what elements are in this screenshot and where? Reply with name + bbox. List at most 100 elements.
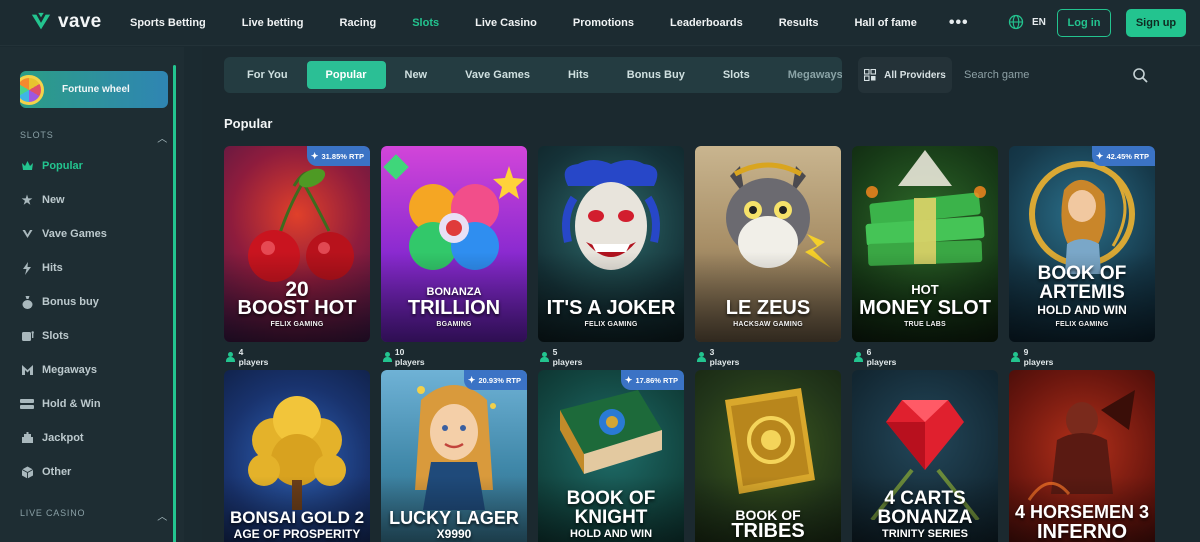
game-card-book-of-tribes[interactable]: BOOK OF TRIBES — [695, 370, 841, 542]
player-icon — [1011, 352, 1020, 362]
search-icon[interactable] — [1132, 67, 1148, 83]
nav-slots[interactable]: Slots — [394, 17, 457, 29]
game-title-line2: IT'S A JOKER — [546, 297, 676, 319]
fortune-wheel-banner[interactable]: Fortune wheel — [20, 71, 168, 108]
game-title-line2: MONEY SLOT — [859, 297, 991, 319]
brand-logo[interactable]: vave — [30, 11, 101, 33]
sidebar-item-jackpot[interactable]: Jackpot — [20, 431, 84, 445]
sidebar-item-label: Slots — [42, 330, 69, 342]
login-button[interactable]: Log in — [1057, 9, 1111, 37]
nav-live-casino[interactable]: Live Casino — [457, 17, 555, 29]
player-icon — [540, 352, 549, 362]
player-count-text: 4 players — [238, 347, 269, 367]
sidebar-item-hits[interactable]: Hits — [20, 261, 63, 275]
tab-new[interactable]: New — [386, 61, 447, 89]
sidebar-item-label: Megaways — [42, 364, 98, 376]
game-card-its-a-joker[interactable]: IT'S A JOKER FELIX GAMING — [538, 146, 684, 342]
chevron-up-icon: ︿ — [157, 134, 168, 145]
category-tabs: For You Popular New Vave Games Hits Bonu… — [224, 57, 842, 93]
player-icon — [854, 352, 863, 362]
game-card-le-zeus[interactable]: LE ZEUS HACKSAW GAMING — [695, 146, 841, 342]
game-card-4-carts-bonanza[interactable]: 4 CARTS BONANZA TRINITY SERIES — [852, 370, 998, 542]
game-title-line2: INFERNO — [1037, 521, 1127, 542]
cube-icon — [20, 465, 34, 479]
nav-hall-of-fame[interactable]: Hall of fame — [836, 17, 934, 29]
lightning-icon — [20, 261, 34, 275]
sidebar-item-slots[interactable]: Slots — [20, 329, 69, 343]
game-card-lucky-lager[interactable]: ✦ 20.93% RTP LUCKY LAGER X9990 — [381, 370, 527, 542]
game-title-line2: BONANZA — [877, 507, 973, 528]
game-title-line2: ARTEMIS — [1039, 282, 1125, 303]
star-icon: ★ — [21, 193, 33, 207]
nav-sports-betting[interactable]: Sports Betting — [112, 17, 224, 29]
all-providers-button[interactable]: All Providers — [858, 57, 952, 93]
rtp-value: 31.85% RTP — [321, 151, 364, 161]
game-provider: FELIX GAMING — [270, 321, 324, 328]
tab-vave-games[interactable]: Vave Games — [446, 61, 549, 89]
slots-heading: SLOTS — [20, 130, 54, 140]
game-card-book-of-artemis[interactable]: ✦ 42.45% RTP BOOK OF ARTEMIS HOLD AND WIN… — [1009, 146, 1155, 342]
search-input[interactable] — [958, 69, 1118, 81]
nav-leaderboards[interactable]: Leaderboards — [652, 17, 761, 29]
game-card-bonsai-gold-2[interactable]: BONSAI GOLD 2 AGE OF PROSPERITY — [224, 370, 370, 542]
game-card-hot-money-slot[interactable]: HOT MONEY SLOT TRUE LABS — [852, 146, 998, 342]
sidebar-item-hold-win[interactable]: Hold & Win — [20, 397, 101, 411]
player-icon — [226, 352, 235, 362]
sparkle-icon: ✦ — [1095, 150, 1104, 161]
game-title-line2: LE ZEUS — [725, 297, 811, 319]
sidebar-item-label: Hold & Win — [42, 398, 101, 410]
game-card-4-horsemen-3-inferno[interactable]: 4 HORSEMEN 3 INFERNO — [1009, 370, 1155, 542]
nav-live-betting[interactable]: Live betting — [224, 17, 322, 29]
game-provider: HACKSAW GAMING — [733, 321, 803, 328]
sidebar-item-other[interactable]: Other — [20, 465, 71, 479]
grid-icon — [864, 69, 877, 81]
fortune-wheel-label: Fortune wheel — [62, 84, 130, 95]
tab-hits[interactable]: Hits — [549, 61, 608, 89]
sidebar-scrollbar[interactable] — [173, 65, 176, 542]
nav-racing[interactable]: Racing — [322, 17, 395, 29]
sidebar-item-megaways[interactable]: Megaways — [20, 363, 97, 377]
rtp-badge: ✦ 17.86% RTP — [620, 370, 684, 390]
player-count: 10 players — [383, 347, 427, 367]
vave-logo-icon — [31, 12, 51, 30]
sidebar-item-label: Jackpot — [42, 432, 84, 444]
sidebar-item-label: New — [42, 194, 65, 206]
game-title-line2: X9990 — [436, 527, 472, 541]
game-title-line1: LUCKY LAGER — [389, 508, 519, 528]
tab-for-you[interactable]: For You — [228, 61, 307, 89]
player-count-text: 9 players — [1023, 347, 1054, 367]
tab-popular[interactable]: Popular — [306, 61, 386, 89]
player-count-text: 10 players — [394, 347, 425, 367]
player-count-text: 3 players — [709, 347, 740, 367]
player-count: 3 players — [697, 347, 741, 367]
sparkle-icon: ✦ — [467, 374, 476, 385]
tab-slots[interactable]: Slots — [704, 61, 769, 89]
game-card-20-boost-hot[interactable]: ✦ 31.85% RTP 20 BOOST HOT FELIX GAMING — [224, 146, 370, 342]
rtp-badge: ✦ 20.93% RTP — [463, 370, 527, 390]
player-count-text: 5 players — [552, 347, 583, 367]
player-icon — [697, 352, 706, 362]
sidebar-item-label: Popular — [42, 160, 83, 172]
game-title-line2: AGE OF PROSPERITY — [233, 527, 361, 541]
language-code: EN — [1032, 16, 1046, 28]
game-title-line3: HOLD AND WIN — [569, 528, 653, 540]
sidebar: Fortune wheel SLOTS ︿ Popular ★ New Vave… — [0, 47, 184, 542]
tab-megaways[interactable]: Megaways — [769, 61, 842, 89]
sidebar-item-label: Hits — [42, 262, 63, 274]
signup-button[interactable]: Sign up — [1126, 9, 1186, 37]
main-content: For You Popular New Vave Games Hits Bonu… — [202, 47, 1200, 542]
game-card-bonanza-trillion[interactable]: BONANZA TRILLION BGAMING — [381, 146, 527, 342]
nav-results[interactable]: Results — [761, 17, 837, 29]
sidebar-item-new[interactable]: ★ New — [20, 193, 65, 207]
ellipsis-icon[interactable]: ••• — [935, 14, 983, 32]
sidebar-item-bonus-buy[interactable]: Bonus buy — [20, 295, 99, 309]
nav-promotions[interactable]: Promotions — [555, 17, 652, 29]
sidebar-item-vave-games[interactable]: Vave Games — [20, 227, 107, 241]
sidebar-item-popular[interactable]: Popular — [20, 159, 83, 173]
game-card-book-of-knight[interactable]: ✦ 17.86% RTP BOOK OF KNIGHT HOLD AND WIN — [538, 370, 684, 542]
tab-bonus-buy[interactable]: Bonus Buy — [608, 61, 704, 89]
live-casino-section-header[interactable]: LIVE CASINO ︿ — [20, 508, 168, 523]
rtp-badge: ✦ 31.85% RTP — [306, 146, 370, 166]
language-selector[interactable]: EN — [1008, 14, 1046, 30]
slots-section-header[interactable]: SLOTS ︿ — [20, 130, 168, 145]
